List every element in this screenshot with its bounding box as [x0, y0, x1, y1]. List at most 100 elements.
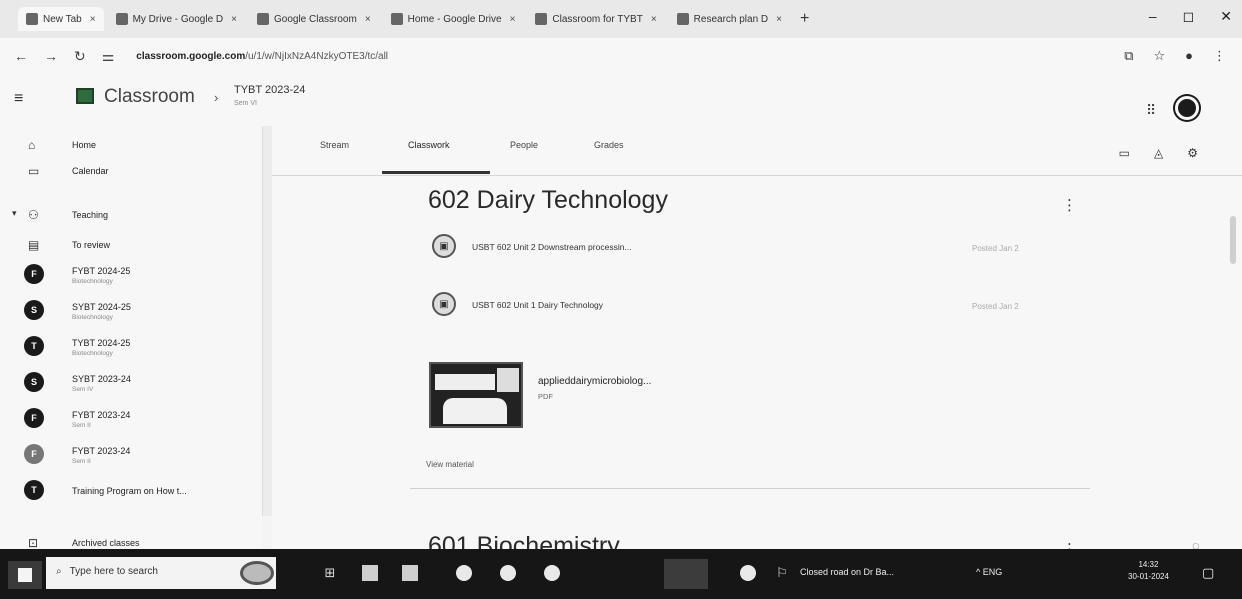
bookmark-star-icon[interactable]: ☆	[1153, 48, 1165, 64]
close-icon[interactable]: ×	[776, 14, 782, 25]
classroom-logo[interactable]	[76, 88, 94, 104]
material-icon: ▣	[432, 234, 456, 258]
breadcrumb-section: Sem VI	[234, 100, 257, 107]
browser-tab-strip: New Tab × My Drive - Google D × Google Cla…	[0, 0, 1242, 38]
class-avatar: F	[24, 408, 44, 428]
news-ticker[interactable]: Closed road on Dr Ba...	[800, 567, 894, 577]
minimize-icon[interactable]: –	[1149, 8, 1157, 25]
close-window-icon[interactable]: ✕	[1220, 8, 1232, 25]
toolbar-icons: ⧉ ☆ ● ⋮	[1124, 48, 1226, 64]
home-icon: ⌂	[28, 138, 36, 152]
taskbar-clock[interactable]: 14:32 30-01-2024	[1128, 559, 1169, 583]
cast-icon[interactable]: ⧉	[1124, 48, 1133, 64]
window-controls: – ◻ ✕	[1149, 8, 1232, 25]
class-tabs: Stream Classwork People Grades ▭ ◬ ⚙	[272, 126, 1242, 176]
new-tab-button[interactable]: +	[800, 10, 809, 28]
calendar-icon: ▭	[28, 164, 40, 178]
class-avatar: F	[24, 444, 44, 464]
breadcrumb-separator-icon: ›	[214, 90, 219, 105]
review-folder-icon: ▤	[28, 238, 40, 252]
google-apps-icon[interactable]: ⠿	[1146, 102, 1156, 119]
notification-center-icon[interactable]: ▢	[1202, 565, 1214, 581]
close-icon[interactable]: ×	[510, 14, 516, 25]
app-icon[interactable]	[362, 565, 378, 581]
browser-tab[interactable]: New Tab ×	[18, 7, 104, 31]
main-menu-icon[interactable]: ≡	[14, 90, 23, 108]
material-title[interactable]: USBT 602 Unit 1 Dairy Technology	[472, 300, 603, 310]
active-tab-indicator	[382, 171, 490, 174]
thumbnail-block	[443, 398, 507, 424]
close-icon[interactable]: ×	[651, 14, 657, 25]
task-view-icon[interactable]: ⊞	[322, 565, 338, 581]
browser-tab[interactable]: Google Classroom ×	[249, 7, 379, 31]
tab-grades[interactable]: Grades	[594, 140, 624, 150]
tab-classwork[interactable]: Classwork	[408, 140, 450, 150]
windows-start-icon[interactable]	[8, 561, 42, 589]
calendar-icon[interactable]: ▭	[1119, 146, 1130, 160]
weather-icon[interactable]	[740, 565, 756, 581]
expand-caret-icon[interactable]: ▾	[12, 208, 17, 219]
back-icon[interactable]: ←	[14, 48, 28, 64]
class-tools: ▭ ◬ ⚙	[1119, 146, 1198, 160]
settings-icon[interactable]: ⚙	[1187, 146, 1198, 160]
content-scrollbar[interactable]	[1230, 216, 1236, 264]
menu-dots-icon[interactable]: ⋮	[1213, 48, 1226, 64]
material-posted-date: Posted Jan 2	[972, 302, 1019, 311]
drive-icon	[390, 13, 403, 25]
material-icon: ▣	[432, 292, 456, 316]
system-tray[interactable]: ^ ENG	[976, 567, 1002, 577]
attachment-thumbnail[interactable]	[429, 362, 523, 428]
material-posted-date: Posted Jan 2	[972, 244, 1019, 253]
class-avatar: T	[24, 336, 44, 356]
topic-title[interactable]: 602 Dairy Technology	[428, 186, 668, 215]
material-title[interactable]: USBT 602 Unit 2 Downstream processin...	[472, 242, 632, 252]
browser-tab[interactable]: Classroom for TYBT ×	[527, 7, 664, 31]
browser-tab[interactable]: Home - Google Drive ×	[383, 7, 524, 31]
close-icon[interactable]: ×	[365, 14, 371, 25]
classroom-icon	[676, 13, 689, 25]
drive-folder-icon[interactable]: ◬	[1154, 146, 1163, 160]
active-app-highlight[interactable]	[664, 559, 708, 589]
tab-stream[interactable]: Stream	[320, 140, 349, 150]
browser-tab[interactable]: My Drive - Google D ×	[108, 7, 245, 31]
url-field[interactable]: classroom.google.com/u/1/w/NjIxNzA4NzkyO…	[136, 51, 388, 62]
tab-people[interactable]: People	[510, 140, 538, 150]
address-bar: ← → ↻ ⚌ classroom.google.com/u/1/w/NjIxN…	[0, 38, 1242, 74]
cortana-icon[interactable]	[240, 561, 274, 585]
sheet-icon	[535, 13, 548, 25]
app-brand[interactable]: Classroom	[104, 86, 195, 108]
class-avatar: F	[24, 264, 44, 284]
topic-options-icon[interactable]: ⋮	[1062, 196, 1077, 214]
opera-icon[interactable]	[544, 565, 560, 581]
edge-icon[interactable]	[456, 565, 472, 581]
browser-tab[interactable]: Research plan D ×	[669, 7, 790, 31]
account-avatar[interactable]	[1175, 96, 1199, 120]
site-info-icon[interactable]: ⚌	[102, 48, 115, 65]
forward-icon[interactable]: →	[44, 48, 58, 64]
breadcrumb-class[interactable]: TYBT 2023-24	[234, 84, 305, 96]
news-icon[interactable]: ⚐	[774, 565, 790, 581]
tab-favicon-icon	[26, 13, 38, 25]
class-avatar: S	[24, 300, 44, 320]
reload-icon[interactable]: ↻	[74, 48, 86, 65]
class-avatar: T	[24, 480, 44, 500]
teaching-people-icon: ⚇	[28, 208, 39, 222]
chrome-icon[interactable]	[500, 565, 516, 581]
maximize-icon[interactable]: ◻	[1183, 8, 1195, 25]
class-avatar: S	[24, 372, 44, 392]
topic-divider	[410, 488, 1090, 489]
close-icon[interactable]: ×	[90, 14, 96, 25]
sidebar-scrollbar[interactable]	[262, 126, 272, 516]
classroom-icon	[257, 13, 269, 25]
classroom-header: ≡ Classroom › TYBT 2023-24 Sem VI ⠿	[0, 74, 1242, 126]
attachment-name[interactable]: applieddairymicrobiolog...	[538, 376, 651, 387]
profile-icon[interactable]: ●	[1185, 48, 1193, 64]
windows-taskbar: ⌕ Type here to search ⊞ ⚐ Closed road on …	[0, 549, 1242, 599]
close-icon[interactable]: ×	[231, 14, 237, 25]
view-material-link[interactable]: View material	[426, 460, 474, 469]
search-icon: ⌕	[56, 566, 62, 577]
file-explorer-icon[interactable]	[402, 565, 418, 581]
thumbnail-block	[497, 368, 519, 392]
classwork-list: 602 Dairy Technology ⋮ ▣ USBT 602 Unit 2…	[272, 176, 1242, 560]
archive-icon: ⊡	[28, 536, 39, 550]
